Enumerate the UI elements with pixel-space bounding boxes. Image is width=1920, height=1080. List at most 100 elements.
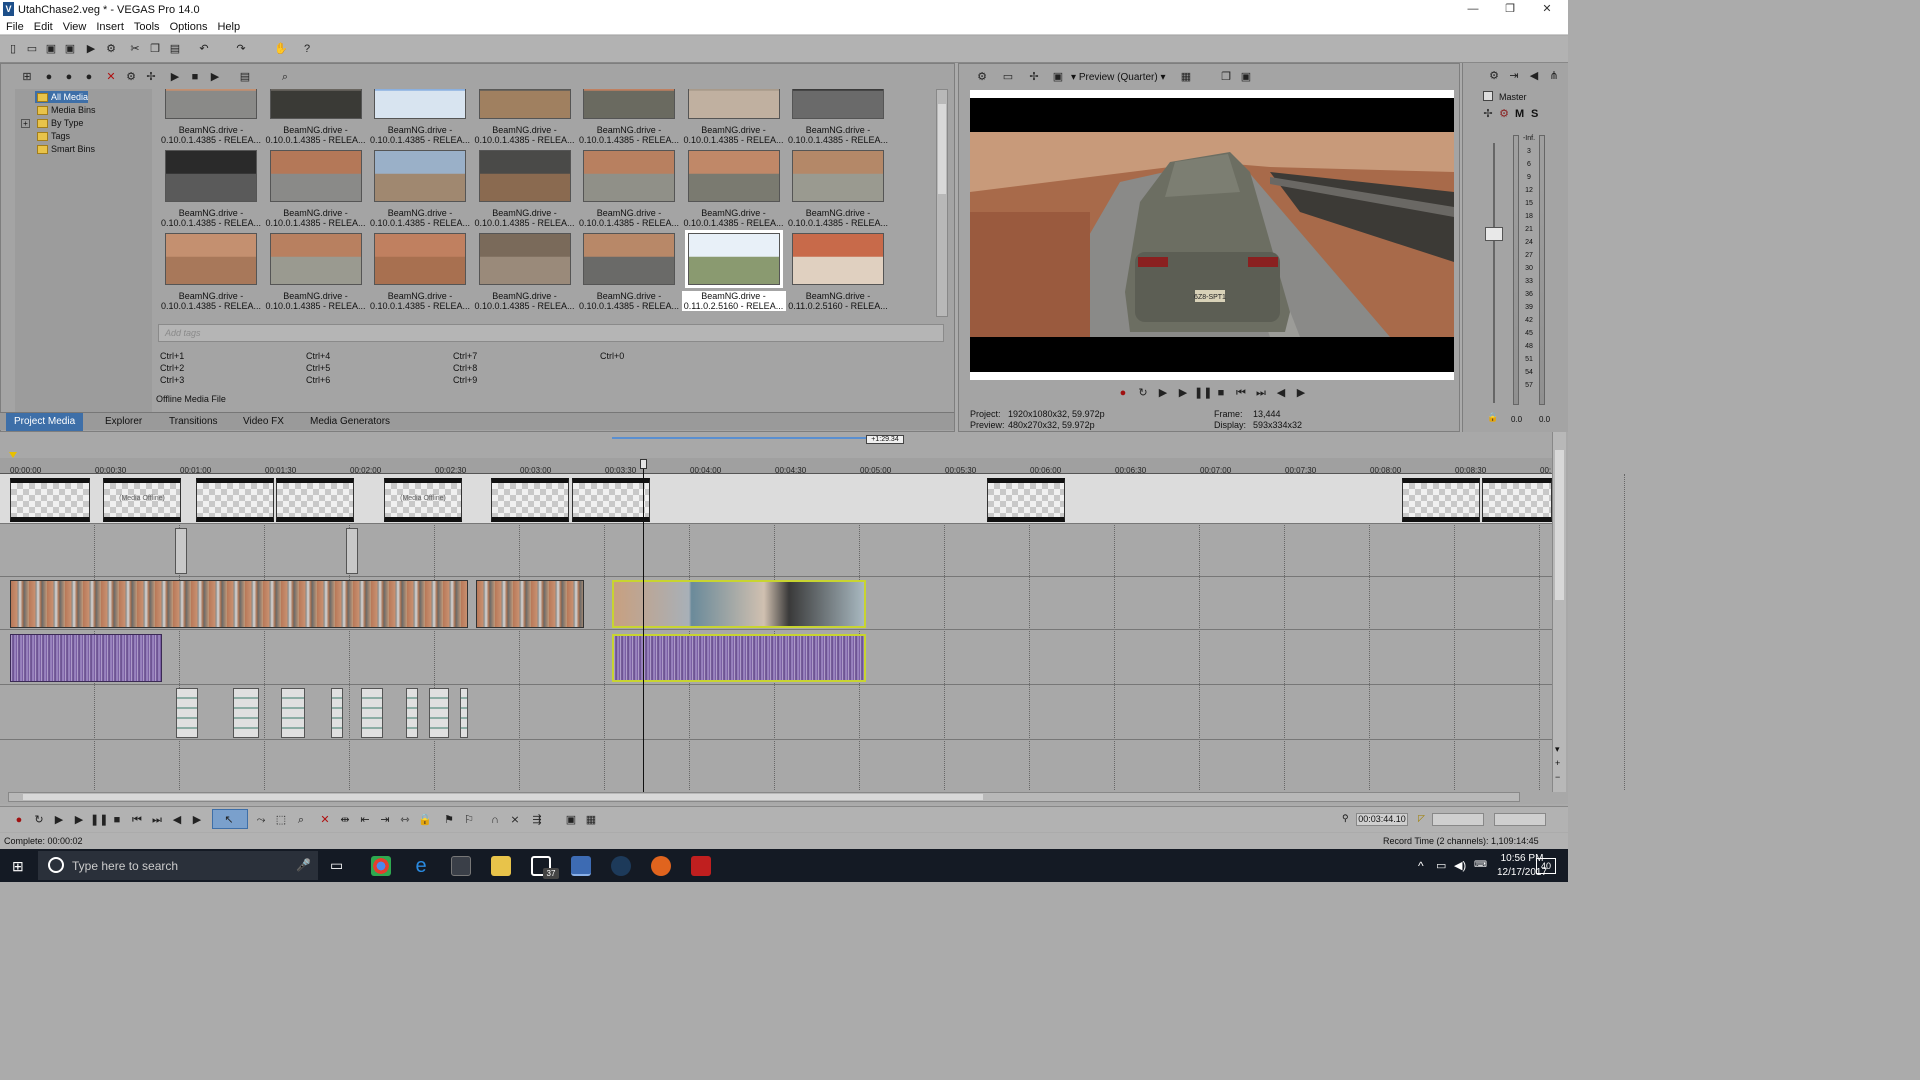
video-clip-offline[interactable] xyxy=(276,478,354,522)
shortcut-1[interactable]: Ctrl+1 xyxy=(160,351,184,361)
close-button[interactable]: ✕ xyxy=(1533,2,1561,16)
video-clip-offline[interactable] xyxy=(572,478,650,522)
media-properties-icon[interactable]: ⚙ xyxy=(124,70,138,84)
media-fx-icon[interactable]: ✢ xyxy=(144,70,158,84)
save-as-icon[interactable]: ▣ xyxy=(63,42,77,56)
vscroll-thumb[interactable] xyxy=(1555,450,1564,600)
media-thumbnail[interactable] xyxy=(165,150,257,202)
audio-clip[interactable] xyxy=(10,634,162,682)
bus-fx-icon[interactable]: ✢ xyxy=(1481,107,1495,121)
network-icon[interactable]: ▭ xyxy=(1436,859,1446,872)
cut-icon[interactable]: ✂ xyxy=(128,42,142,56)
ripple-edit-icon[interactable]: ⇶ xyxy=(530,813,544,827)
loop-region[interactable] xyxy=(612,437,866,439)
prev-frame-icon[interactable]: ◀ xyxy=(170,813,184,827)
small-clip[interactable] xyxy=(281,688,305,738)
remove-media-icon[interactable]: ● xyxy=(82,70,96,84)
paste-icon[interactable]: ▤ xyxy=(168,42,182,56)
shortcut-4[interactable]: Ctrl+4 xyxy=(306,351,330,361)
downmix-icon[interactable]: ⇥ xyxy=(1507,69,1521,83)
import-media-icon[interactable]: ⊞ xyxy=(20,70,34,84)
external-monitor-icon[interactable]: ▭ xyxy=(1001,70,1015,84)
zoom-in-icon[interactable]: + xyxy=(1555,758,1560,768)
media-thumbnail[interactable] xyxy=(165,89,257,119)
small-clip[interactable] xyxy=(233,688,259,738)
loop-playback-icon[interactable]: ↻ xyxy=(32,813,46,827)
video-clip-offline[interactable] xyxy=(1482,478,1552,522)
timeline-vertical-scrollbar[interactable]: ▾ + − xyxy=(1552,432,1566,792)
tab-transitions[interactable]: Transitions xyxy=(161,413,226,431)
help-icon[interactable]: ? xyxy=(300,42,314,56)
steam-icon[interactable] xyxy=(611,856,631,876)
envelope-tool-icon[interactable]: ⤳ xyxy=(254,813,268,827)
media-thumbnail[interactable] xyxy=(374,89,466,119)
trim-start-icon[interactable]: ⇤ xyxy=(358,813,372,827)
insert-region-icon[interactable]: ⚐ xyxy=(462,813,476,827)
volume-fader[interactable] xyxy=(1485,227,1503,241)
task-view-icon[interactable]: ▭ xyxy=(330,857,343,874)
origin-icon[interactable] xyxy=(651,856,671,876)
overlays-icon[interactable]: ▦ xyxy=(1179,70,1193,84)
media-scrollbar[interactable] xyxy=(936,89,948,317)
lock-icon[interactable]: 🔒 xyxy=(1487,412,1498,423)
preview-fx-icon[interactable]: ▣ xyxy=(1051,70,1065,84)
tree-item-by-type[interactable]: By Type xyxy=(35,117,83,129)
new-project-icon[interactable]: ▯ xyxy=(6,42,20,56)
stop-media-icon[interactable]: ■ xyxy=(188,70,202,84)
media-thumbnail[interactable] xyxy=(374,233,466,285)
volume-icon[interactable]: ◀) xyxy=(1454,859,1466,872)
video-clip-offline[interactable]: (Media Offline) xyxy=(384,478,462,522)
stop-icon[interactable]: ■ xyxy=(110,813,124,827)
master-settings-icon[interactable]: ⚙ xyxy=(1487,69,1501,83)
go-to-start-icon[interactable]: ⏮ xyxy=(1234,386,1248,400)
views-icon[interactable]: ▤ xyxy=(238,70,252,84)
preview-quality-dropdown[interactable]: ▾ Preview (Quarter) ▾ xyxy=(1071,72,1166,83)
small-clip[interactable] xyxy=(361,688,383,738)
tree-item-tags[interactable]: Tags xyxy=(35,130,70,142)
next-frame-icon[interactable]: ▶ xyxy=(190,813,204,827)
lock-group-icon[interactable]: ▣ xyxy=(564,813,578,827)
media-thumbnail[interactable] xyxy=(792,150,884,202)
selected-video-clip[interactable] xyxy=(612,580,866,628)
media-thumbnail[interactable] xyxy=(687,150,780,202)
minimize-button[interactable]: — xyxy=(1459,2,1487,16)
shortcut-5[interactable]: Ctrl+5 xyxy=(306,363,330,373)
shortcut-2[interactable]: Ctrl+2 xyxy=(160,363,184,373)
video-clip-offline[interactable] xyxy=(491,478,569,522)
loop-icon[interactable]: ↻ xyxy=(1136,386,1150,400)
video-clip[interactable] xyxy=(476,580,584,628)
video-clip-offline[interactable] xyxy=(196,478,274,522)
media-thumbnail[interactable] xyxy=(374,150,466,202)
trim-icon[interactable]: ⇹ xyxy=(338,813,352,827)
capture-icon[interactable]: ● xyxy=(42,70,56,84)
mute-button[interactable]: M xyxy=(1515,108,1524,120)
selected-audio-clip[interactable] xyxy=(612,634,866,682)
tags-input[interactable]: Add tags xyxy=(158,324,944,342)
media-thumbnail[interactable] xyxy=(583,89,675,119)
media-thumbnail[interactable] xyxy=(792,89,884,119)
media-thumbnail[interactable] xyxy=(478,233,571,285)
small-video-clip[interactable] xyxy=(346,528,358,574)
hscroll-thumb[interactable] xyxy=(23,794,983,800)
windows-start-icon[interactable]: ⊞ xyxy=(12,858,28,874)
shortcut-0[interactable]: Ctrl+0 xyxy=(600,351,624,361)
video-clip-offline[interactable] xyxy=(1402,478,1480,522)
microphone-icon[interactable]: 🎤 xyxy=(296,858,311,872)
small-clip[interactable] xyxy=(176,688,198,738)
properties-icon[interactable]: ⚙ xyxy=(104,42,118,56)
scroll-thumb[interactable] xyxy=(938,104,946,194)
play-icon[interactable]: ▶ xyxy=(72,813,86,827)
grouping-icon[interactable]: ▦ xyxy=(584,813,598,827)
video-clip-offline[interactable] xyxy=(10,478,90,522)
play-from-start-icon[interactable]: ▶ xyxy=(1156,386,1170,400)
play-media-icon[interactable]: ▶ xyxy=(168,70,182,84)
zoom-out-icon[interactable]: − xyxy=(1555,772,1560,782)
copy-snapshot-icon[interactable]: ❐ xyxy=(1219,70,1233,84)
redo-icon[interactable]: ↷ xyxy=(234,42,248,56)
media-thumbnail[interactable] xyxy=(684,230,783,288)
tab-media-generators[interactable]: Media Generators xyxy=(302,413,398,431)
tab-video-fx[interactable]: Video FX xyxy=(235,413,292,431)
split-screen-icon[interactable]: ✢ xyxy=(1027,70,1041,84)
small-clip[interactable] xyxy=(331,688,343,738)
record-icon[interactable]: ● xyxy=(1116,386,1130,400)
